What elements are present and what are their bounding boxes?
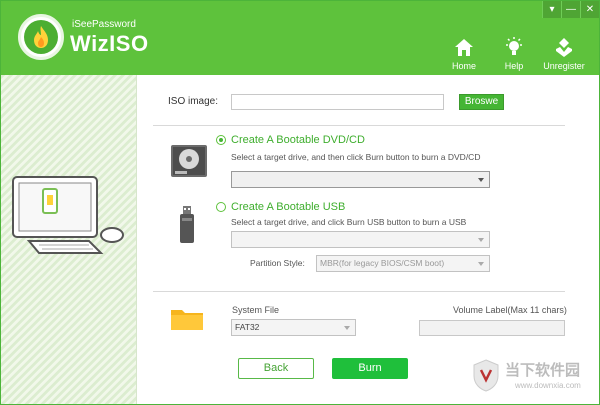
dvd-option-title[interactable]: Create A Bootable DVD/CD <box>231 134 365 146</box>
partition-style-label: Partition Style: <box>250 258 305 268</box>
nav-help-label: Help <box>504 61 524 71</box>
nav-home[interactable]: Home <box>439 34 489 71</box>
usb-drive-select[interactable] <box>231 231 490 248</box>
dvd-radio[interactable] <box>216 135 226 145</box>
usb-drive-icon <box>180 206 194 243</box>
menu-dropdown-button[interactable]: ▾ <box>542 1 561 18</box>
burn-button[interactable]: Burn <box>332 358 408 379</box>
system-file-select[interactable]: FAT32 <box>231 319 356 336</box>
usb-option-title[interactable]: Create A Bootable USB <box>231 201 345 213</box>
partition-style-select[interactable]: MBR(for legacy BIOS/CSM boot) <box>316 255 490 272</box>
volume-label-label: Volume Label(Max 11 chars) <box>453 305 567 315</box>
browse-button[interactable]: Broswe <box>459 94 504 110</box>
unregister-user-icon <box>539 34 589 58</box>
nav-unregister[interactable]: Unregister <box>539 34 589 71</box>
brand-company: iSeePassword <box>72 19 136 30</box>
dvd-drive-select[interactable] <box>231 171 490 188</box>
nav-help[interactable]: Help <box>489 34 539 71</box>
separator <box>153 125 565 126</box>
system-file-label: System File <box>232 305 280 315</box>
chevron-down-icon <box>478 262 484 266</box>
partition-style-value: MBR(for legacy BIOS/CSM boot) <box>320 258 445 268</box>
dvd-drive-icon <box>171 145 207 177</box>
watermark-shield-icon <box>473 359 499 392</box>
chevron-down-icon <box>478 238 484 242</box>
nav-unregister-label: Unregister <box>543 61 585 71</box>
lightbulb-icon <box>489 34 539 58</box>
computer-illustration <box>12 176 124 254</box>
volume-label-input[interactable] <box>419 320 565 336</box>
chevron-down-icon <box>344 326 350 330</box>
header-bar: iSeePassword WizISO ▾ — ✕ Home Help Unre… <box>1 1 599 75</box>
app-logo <box>18 14 64 60</box>
folder-icon <box>171 310 203 330</box>
side-illustration-panel <box>1 75 137 404</box>
nav-home-label: Home <box>451 61 476 71</box>
dvd-hint: Select a target drive, and then click Bu… <box>231 152 481 162</box>
iso-image-label: ISO image: <box>168 96 219 107</box>
back-button[interactable]: Back <box>238 358 314 379</box>
window-controls: ▾ — ✕ <box>542 1 599 18</box>
usb-radio[interactable] <box>216 202 226 212</box>
watermark-cn-text: 当下软件园 <box>505 361 581 379</box>
watermark-url: www.downxia.com <box>515 381 581 390</box>
system-file-value: FAT32 <box>235 322 260 332</box>
home-icon <box>439 34 489 58</box>
close-button[interactable]: ✕ <box>580 1 599 18</box>
iso-path-input[interactable] <box>231 94 444 110</box>
separator <box>153 291 565 292</box>
minimize-button[interactable]: — <box>561 1 580 18</box>
usb-hint: Select a target drive, and click Burn US… <box>231 217 467 227</box>
brand-name: WizISO <box>70 31 149 56</box>
app-window: iSeePassword WizISO ▾ — ✕ Home Help Unre… <box>0 0 600 405</box>
watermark: 当下软件园 www.downxia.com <box>471 356 599 402</box>
chevron-down-icon <box>478 178 484 182</box>
flame-icon <box>24 20 58 54</box>
